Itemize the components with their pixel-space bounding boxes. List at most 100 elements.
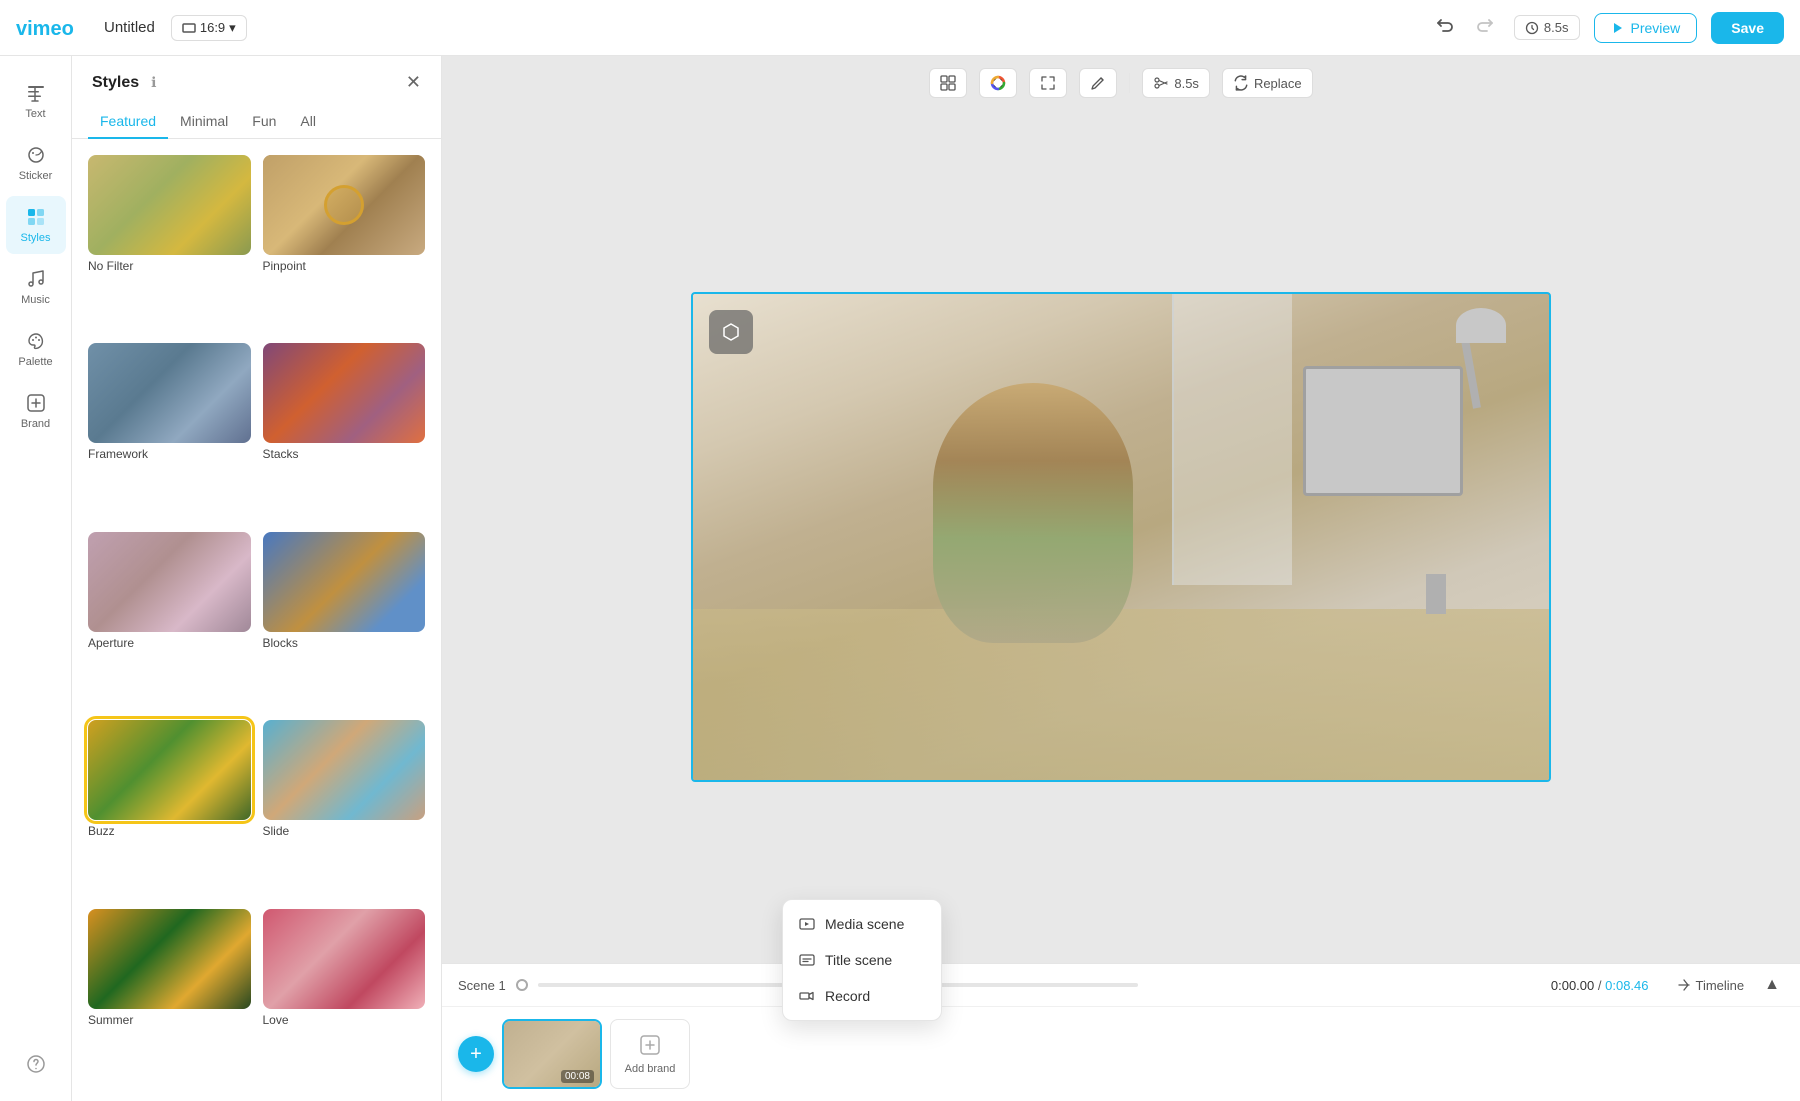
dropdown-media-scene[interactable]: Media scene [783, 906, 941, 942]
scene-clip-duration: 00:08 [561, 1070, 594, 1083]
tab-fun[interactable]: Fun [240, 105, 288, 139]
scene-playhead[interactable] [516, 979, 528, 991]
style-aperture[interactable]: Aperture [88, 532, 251, 708]
title-scene-icon [799, 952, 815, 968]
add-brand-button[interactable]: Add brand [610, 1019, 690, 1089]
style-thumb-pinpoint [263, 155, 426, 255]
canvas-toolbar: 8.5s Replace [442, 56, 1800, 110]
style-label-stacks: Stacks [263, 447, 426, 461]
icon-sidebar: Text Sticker Styles Music Palette Brand [0, 56, 72, 1101]
style-buzz[interactable]: Buzz [88, 720, 251, 896]
dropdown-media-label: Media scene [825, 916, 904, 932]
expand-icon [1040, 75, 1056, 91]
styles-info-icon[interactable]: ℹ [151, 74, 156, 91]
expand-tool-button[interactable] [1029, 68, 1067, 98]
title-area: Untitled [104, 19, 155, 36]
time-separator: / [1598, 978, 1602, 993]
style-blocks[interactable]: Blocks [263, 532, 426, 708]
timeline-toggle-button[interactable]: Timeline [1669, 974, 1753, 997]
topbar-right: 8.5s Preview Save [1430, 11, 1784, 44]
add-scene-button[interactable]: + [458, 1036, 494, 1072]
x-icon [1677, 978, 1691, 992]
style-thumb-buzz [88, 720, 251, 820]
undo-button[interactable] [1430, 11, 1458, 44]
timeline-area: Scene 1 0:00.00 / 0:08.46 [442, 963, 1800, 1101]
project-title[interactable]: Untitled [104, 19, 155, 36]
style-thumb-summer [88, 909, 251, 1009]
palette-label: Palette [18, 356, 52, 368]
current-time: 0:00.00 [1551, 978, 1594, 993]
styles-panel-close[interactable]: ✕ [406, 72, 421, 93]
style-stacks[interactable]: Stacks [263, 343, 426, 519]
scene-clip-1[interactable]: 00:08 [502, 1019, 602, 1089]
style-thumb-aperture [88, 532, 251, 632]
preview-label: Preview [1631, 20, 1681, 36]
styles-tabs: Featured Minimal Fun All [72, 105, 441, 139]
color-tool-button[interactable] [979, 68, 1017, 98]
styles-panel: Styles ℹ ✕ Featured Minimal Fun All No F… [72, 56, 442, 1101]
save-button[interactable]: Save [1711, 12, 1784, 44]
add-scene-container: + [458, 1036, 494, 1072]
redo-button[interactable] [1472, 11, 1500, 44]
duration-value: 8.5s [1544, 20, 1569, 35]
brand-add-icon [638, 1033, 662, 1057]
style-thumb-stacks [263, 343, 426, 443]
timeline-collapse-button[interactable]: ▲ [1760, 972, 1784, 998]
style-no-filter[interactable]: No Filter [88, 155, 251, 331]
style-label-blocks: Blocks [263, 636, 426, 650]
add-brand-label: Add brand [625, 1063, 676, 1075]
replace-tool-button[interactable]: Replace [1222, 68, 1313, 98]
aspect-ratio-chevron: ▾ [229, 20, 236, 36]
style-thumb-blocks [263, 532, 426, 632]
trim-tool-button[interactable]: 8.5s [1142, 68, 1210, 98]
video-preview [693, 294, 1549, 780]
canvas-area: 8.5s Replace [442, 56, 1800, 1101]
replace-label: Replace [1254, 76, 1302, 91]
aspect-ratio-button[interactable]: 16:9 ▾ [171, 15, 247, 41]
tab-featured[interactable]: Featured [88, 105, 168, 139]
help-button[interactable] [6, 1043, 66, 1085]
edit-tool-button[interactable] [1079, 68, 1117, 98]
tab-minimal[interactable]: Minimal [168, 105, 240, 139]
toolbar-separator [1129, 73, 1130, 93]
style-label-buzz: Buzz [88, 824, 251, 838]
aspect-ratio-label: 16:9 [200, 20, 225, 35]
style-pinpoint[interactable]: Pinpoint [263, 155, 426, 331]
dropdown-title-scene[interactable]: Title scene [783, 942, 941, 978]
replace-icon [1233, 75, 1249, 91]
text-label: Text [25, 108, 45, 120]
style-label-pinpoint: Pinpoint [263, 259, 426, 273]
style-thumb-love [263, 909, 426, 1009]
dropdown-record-label: Record [825, 988, 870, 1004]
style-framework[interactable]: Framework [88, 343, 251, 519]
sidebar-item-brand[interactable]: Brand [6, 382, 66, 440]
sidebar-item-styles[interactable]: Styles [6, 196, 66, 254]
sidebar-item-text[interactable]: Text [6, 72, 66, 130]
preview-button[interactable]: Preview [1594, 13, 1698, 43]
sidebar-item-sticker[interactable]: Sticker [6, 134, 66, 192]
style-label-love: Love [263, 1013, 426, 1027]
dropdown-record[interactable]: Record [783, 978, 941, 1014]
style-slide[interactable]: Slide [263, 720, 426, 896]
help-icon [25, 1053, 47, 1075]
layout-tool-button[interactable] [929, 68, 967, 98]
timeline-controls-right: Timeline ▲ [1669, 972, 1785, 998]
style-thumb-no-filter [88, 155, 251, 255]
dropdown-menu: Media scene Title scene Record [782, 899, 942, 1021]
timeline-header: Scene 1 0:00.00 / 0:08.46 [442, 964, 1800, 1007]
scissors-icon [1153, 75, 1169, 91]
timeline-time: 0:00.00 / 0:08.46 [1551, 978, 1649, 993]
style-summer[interactable]: Summer [88, 909, 251, 1085]
canvas-frame [691, 292, 1551, 782]
tab-all[interactable]: All [288, 105, 328, 139]
style-love[interactable]: Love [263, 909, 426, 1085]
styles-grid: No Filter Pinpoint Framework [72, 139, 441, 1101]
sidebar-item-music[interactable]: Music [6, 258, 66, 316]
layout-icon [940, 75, 956, 91]
sidebar-item-palette[interactable]: Palette [6, 320, 66, 378]
topbar: vimeo Untitled 16:9 ▾ 8.5s Preview Save [0, 0, 1800, 56]
style-label-slide: Slide [263, 824, 426, 838]
svg-text:vimeo: vimeo [16, 18, 74, 39]
scene-icon-button[interactable] [709, 310, 753, 354]
edit-icon [1090, 75, 1106, 91]
